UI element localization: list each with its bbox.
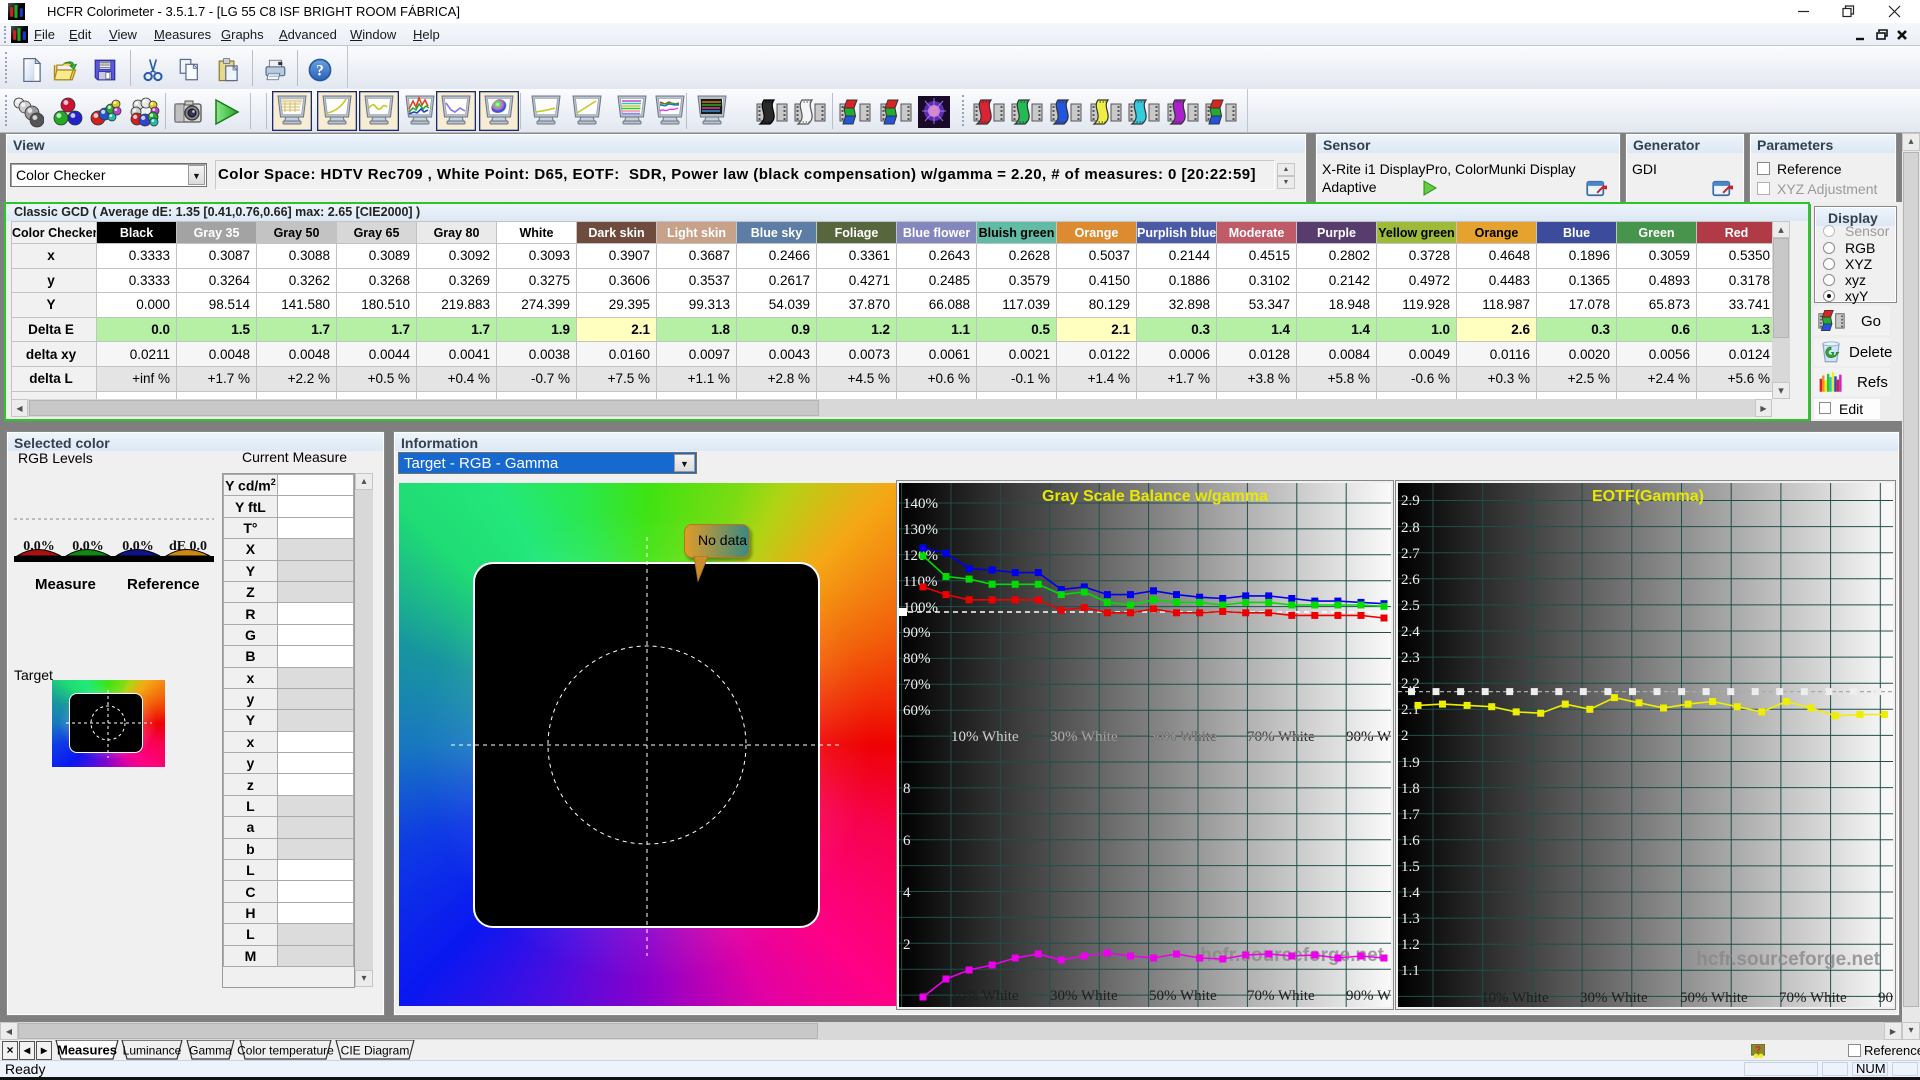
svg-text:hcfr.sourceforge.net: hcfr.sourceforge.net — [1696, 949, 1880, 970]
svg-text:1.7: 1.7 — [1401, 807, 1420, 823]
svg-text:0.0%: 0.0% — [72, 539, 104, 554]
svg-text:2.8: 2.8 — [1401, 520, 1420, 536]
svg-text:2.5: 2.5 — [1401, 598, 1420, 614]
svg-text:70% White: 70% White — [1247, 729, 1315, 745]
svg-text:Color temperature: Color temperature — [237, 1044, 334, 1058]
svg-text:50% White: 50% White — [1149, 729, 1217, 745]
svg-text:100%: 100% — [903, 600, 938, 616]
svg-text:2.4: 2.4 — [1401, 624, 1420, 640]
svg-text:70% White: 70% White — [1247, 988, 1315, 1004]
svg-text:1.6: 1.6 — [1401, 833, 1420, 849]
svg-text:90% Wh: 90% Wh — [1878, 990, 1893, 1006]
svg-text:Measures: Measures — [57, 1043, 117, 1058]
svg-text:1.8: 1.8 — [1401, 781, 1420, 797]
svg-text:70% White: 70% White — [1779, 990, 1847, 1006]
svg-text:2.3: 2.3 — [1401, 650, 1420, 666]
svg-text:30% White: 30% White — [1580, 990, 1648, 1006]
svg-text:Gamma: Gamma — [189, 1044, 232, 1058]
svg-text:30% White: 30% White — [1050, 729, 1118, 745]
svg-text:1.5: 1.5 — [1401, 859, 1420, 875]
svg-text:dE 0.0: dE 0.0 — [169, 539, 207, 554]
svg-text:1.4: 1.4 — [1401, 885, 1420, 901]
svg-text:2: 2 — [1401, 728, 1409, 744]
svg-text:1.2: 1.2 — [1401, 937, 1420, 953]
svg-text:90%: 90% — [903, 625, 931, 641]
svg-text:1.9: 1.9 — [1401, 755, 1420, 771]
svg-text:10% White: 10% White — [951, 729, 1019, 745]
svg-text:90% Wh: 90% Wh — [1346, 729, 1391, 745]
svg-text:130%: 130% — [903, 522, 938, 538]
svg-text:8: 8 — [903, 781, 911, 797]
svg-text:Luminance: Luminance — [123, 1044, 182, 1058]
svg-text:50% White: 50% White — [1680, 990, 1748, 1006]
svg-text:0.0%: 0.0% — [122, 539, 154, 554]
svg-text:6: 6 — [903, 833, 911, 849]
svg-text:4: 4 — [903, 885, 911, 901]
svg-text:90% Wh: 90% Wh — [1346, 988, 1391, 1004]
svg-text:10% White: 10% White — [951, 988, 1019, 1004]
svg-text:2.7: 2.7 — [1401, 546, 1420, 562]
svg-text:140%: 140% — [903, 496, 938, 512]
svg-text:Gray Scale Balance w/gamma: Gray Scale Balance w/gamma — [1042, 488, 1268, 505]
svg-text:CIE Diagram: CIE Diagram — [341, 1044, 410, 1058]
svg-text:50% White: 50% White — [1149, 988, 1217, 1004]
svg-text:60%: 60% — [903, 703, 931, 719]
svg-text:?: ? — [316, 63, 324, 80]
svg-text:70%: 70% — [903, 677, 931, 693]
svg-text:80%: 80% — [903, 651, 931, 667]
svg-text:0.0%: 0.0% — [23, 539, 55, 554]
svg-text:2.6: 2.6 — [1401, 572, 1420, 588]
svg-text:30% White: 30% White — [1050, 988, 1118, 1004]
svg-text:2: 2 — [903, 937, 911, 953]
svg-text:10% White: 10% White — [1481, 990, 1549, 1006]
svg-text:1.1: 1.1 — [1401, 963, 1420, 979]
svg-text:2.9: 2.9 — [1401, 493, 1420, 509]
svg-text:1.3: 1.3 — [1401, 911, 1420, 927]
svg-text:EOTF(Gamma): EOTF(Gamma) — [1592, 488, 1704, 505]
